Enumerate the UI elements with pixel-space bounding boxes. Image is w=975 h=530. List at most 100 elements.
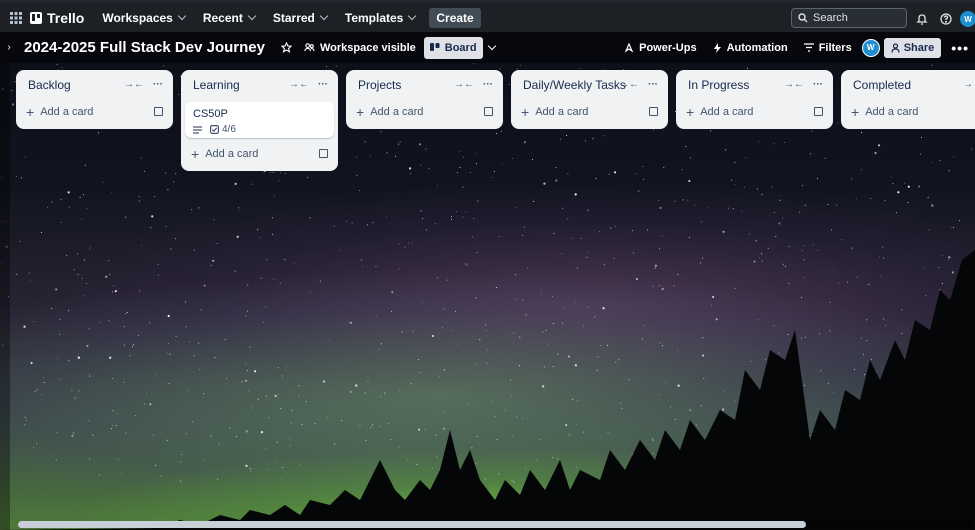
list-title: Daily/Weekly Tasks: [523, 78, 626, 92]
treeline: [0, 250, 975, 530]
add-card-button[interactable]: + Add a card: [680, 101, 829, 123]
template-icon[interactable]: [649, 107, 658, 116]
view-switcher-button[interactable]: [483, 37, 501, 59]
card-badges: 4/6: [193, 124, 326, 135]
list-header[interactable]: In Progress →← ···: [680, 74, 829, 96]
list-backlog: Backlog →← ··· + Add a card: [16, 70, 173, 129]
nav-templates-menu[interactable]: Templates: [337, 6, 423, 30]
add-card-label: Add a card: [370, 106, 424, 118]
add-card-button[interactable]: + Add a card: [515, 101, 664, 123]
add-card-button[interactable]: + Add a card: [350, 101, 499, 123]
app-name: Trello: [47, 9, 85, 26]
description-badge: [193, 125, 202, 134]
star-icon: [280, 42, 292, 53]
template-icon[interactable]: [154, 107, 163, 116]
create-button[interactable]: Create: [429, 7, 481, 28]
collapse-icon[interactable]: →←: [289, 79, 309, 90]
automation-label: Automation: [726, 41, 788, 54]
more-icon[interactable]: ···: [648, 79, 658, 90]
notifications-icon[interactable]: [912, 9, 932, 29]
collapse-icon[interactable]: →←: [124, 79, 144, 90]
filters-label: Filters: [818, 41, 852, 54]
scrollbar-thumb[interactable]: [18, 521, 806, 528]
add-card-button[interactable]: + Add a card: [185, 143, 334, 165]
power-ups-button[interactable]: Power-Ups: [618, 37, 702, 59]
lightning-icon: [713, 42, 721, 53]
help-icon[interactable]: [936, 9, 956, 29]
collapse-icon[interactable]: →←: [454, 79, 474, 90]
checklist-badge: 4/6: [210, 124, 236, 135]
list-title: Backlog: [28, 78, 71, 92]
share-button[interactable]: Share: [883, 37, 942, 58]
plus-icon: +: [686, 104, 695, 120]
visibility-label: Workspace visible: [319, 41, 416, 54]
template-icon[interactable]: [484, 107, 493, 116]
more-icon[interactable]: ···: [483, 79, 493, 90]
chevron-down-icon: [177, 11, 187, 21]
collapse-icon[interactable]: →←: [619, 79, 639, 90]
share-label: Share: [903, 41, 935, 54]
list-daily-weekly-tasks: Daily/Weekly Tasks →← ··· + Add a card: [511, 70, 668, 129]
list-header-icons: →← ···: [289, 79, 328, 90]
trello-logo-icon: [30, 11, 42, 24]
more-icon[interactable]: ···: [318, 79, 328, 90]
nav-starred-label: Starred: [272, 10, 315, 25]
board-member-avatar[interactable]: W: [861, 38, 880, 57]
trello-logo[interactable]: Trello: [30, 10, 84, 26]
star-board-button[interactable]: [275, 37, 298, 59]
nav-right-icons: W: [912, 9, 975, 29]
list-header-icons: →← ···: [454, 79, 493, 90]
list-header[interactable]: Completed →: [845, 74, 973, 96]
more-icon: •••: [951, 39, 969, 56]
template-icon[interactable]: [319, 149, 328, 158]
automation-button[interactable]: Automation: [707, 37, 794, 59]
add-card-label: Add a card: [865, 106, 919, 118]
plus-icon: +: [851, 104, 860, 120]
search-input[interactable]: Search: [791, 8, 907, 28]
nav-starred-menu[interactable]: Starred: [265, 6, 335, 30]
visibility-button[interactable]: Workspace visible: [298, 37, 422, 59]
board-title[interactable]: 2024-2025 Full Stack Dev Journey: [24, 39, 265, 56]
list-header[interactable]: Learning →← ···: [185, 74, 334, 96]
list-header[interactable]: Daily/Weekly Tasks →← ···: [515, 74, 664, 96]
list-header[interactable]: Backlog →← ···: [20, 74, 169, 96]
nav-recent-menu[interactable]: Recent: [195, 6, 263, 30]
card-title: CS50P: [193, 108, 228, 120]
list-header-icons: →← ···: [619, 79, 658, 90]
filter-icon: [803, 43, 814, 52]
more-icon[interactable]: ···: [813, 79, 823, 90]
template-icon[interactable]: [814, 107, 823, 116]
chevron-down-icon: [487, 41, 496, 51]
nav-workspaces-menu[interactable]: Workspaces: [94, 6, 192, 30]
board-icon: [429, 42, 440, 51]
board-view-button[interactable]: Board: [423, 36, 483, 59]
user-avatar[interactable]: W: [960, 11, 975, 27]
rocket-icon: [624, 42, 634, 53]
chevron-down-icon: [408, 11, 417, 21]
list-in-progress: In Progress →← ··· + Add a card: [676, 70, 833, 129]
list-title: Completed: [853, 78, 912, 92]
top-navigation: Trello Workspaces Recent Starred Templat…: [0, 0, 975, 32]
board-view-label: Board: [444, 41, 477, 54]
more-icon[interactable]: ···: [153, 79, 163, 90]
nav-workspaces-label: Workspaces: [102, 10, 173, 25]
horizontal-scrollbar[interactable]: [18, 521, 973, 528]
add-card-button[interactable]: + Add a card: [845, 101, 971, 123]
card-cs50p[interactable]: CS50P 4/6: [185, 102, 334, 138]
add-card-label: Add a card: [40, 106, 94, 118]
plus-icon: +: [356, 104, 365, 120]
person-icon: [891, 42, 900, 53]
list-header-icons: →: [963, 79, 973, 90]
filters-button[interactable]: Filters: [798, 37, 858, 59]
list-header[interactable]: Projects →← ···: [350, 74, 499, 96]
board-menu-button[interactable]: •••: [945, 37, 975, 59]
app-switcher-icon[interactable]: [6, 8, 26, 28]
add-card-button[interactable]: + Add a card: [20, 101, 169, 123]
list-header-icons: →← ···: [784, 79, 823, 90]
add-card-label: Add a card: [700, 106, 754, 118]
nav-menu: Workspaces Recent Starred Templates: [94, 6, 423, 30]
collapse-icon[interactable]: →: [963, 79, 973, 90]
list-title: In Progress: [688, 78, 750, 92]
collapse-icon[interactable]: →←: [784, 79, 804, 90]
sidebar-toggle-icon[interactable]: ›: [4, 40, 14, 56]
